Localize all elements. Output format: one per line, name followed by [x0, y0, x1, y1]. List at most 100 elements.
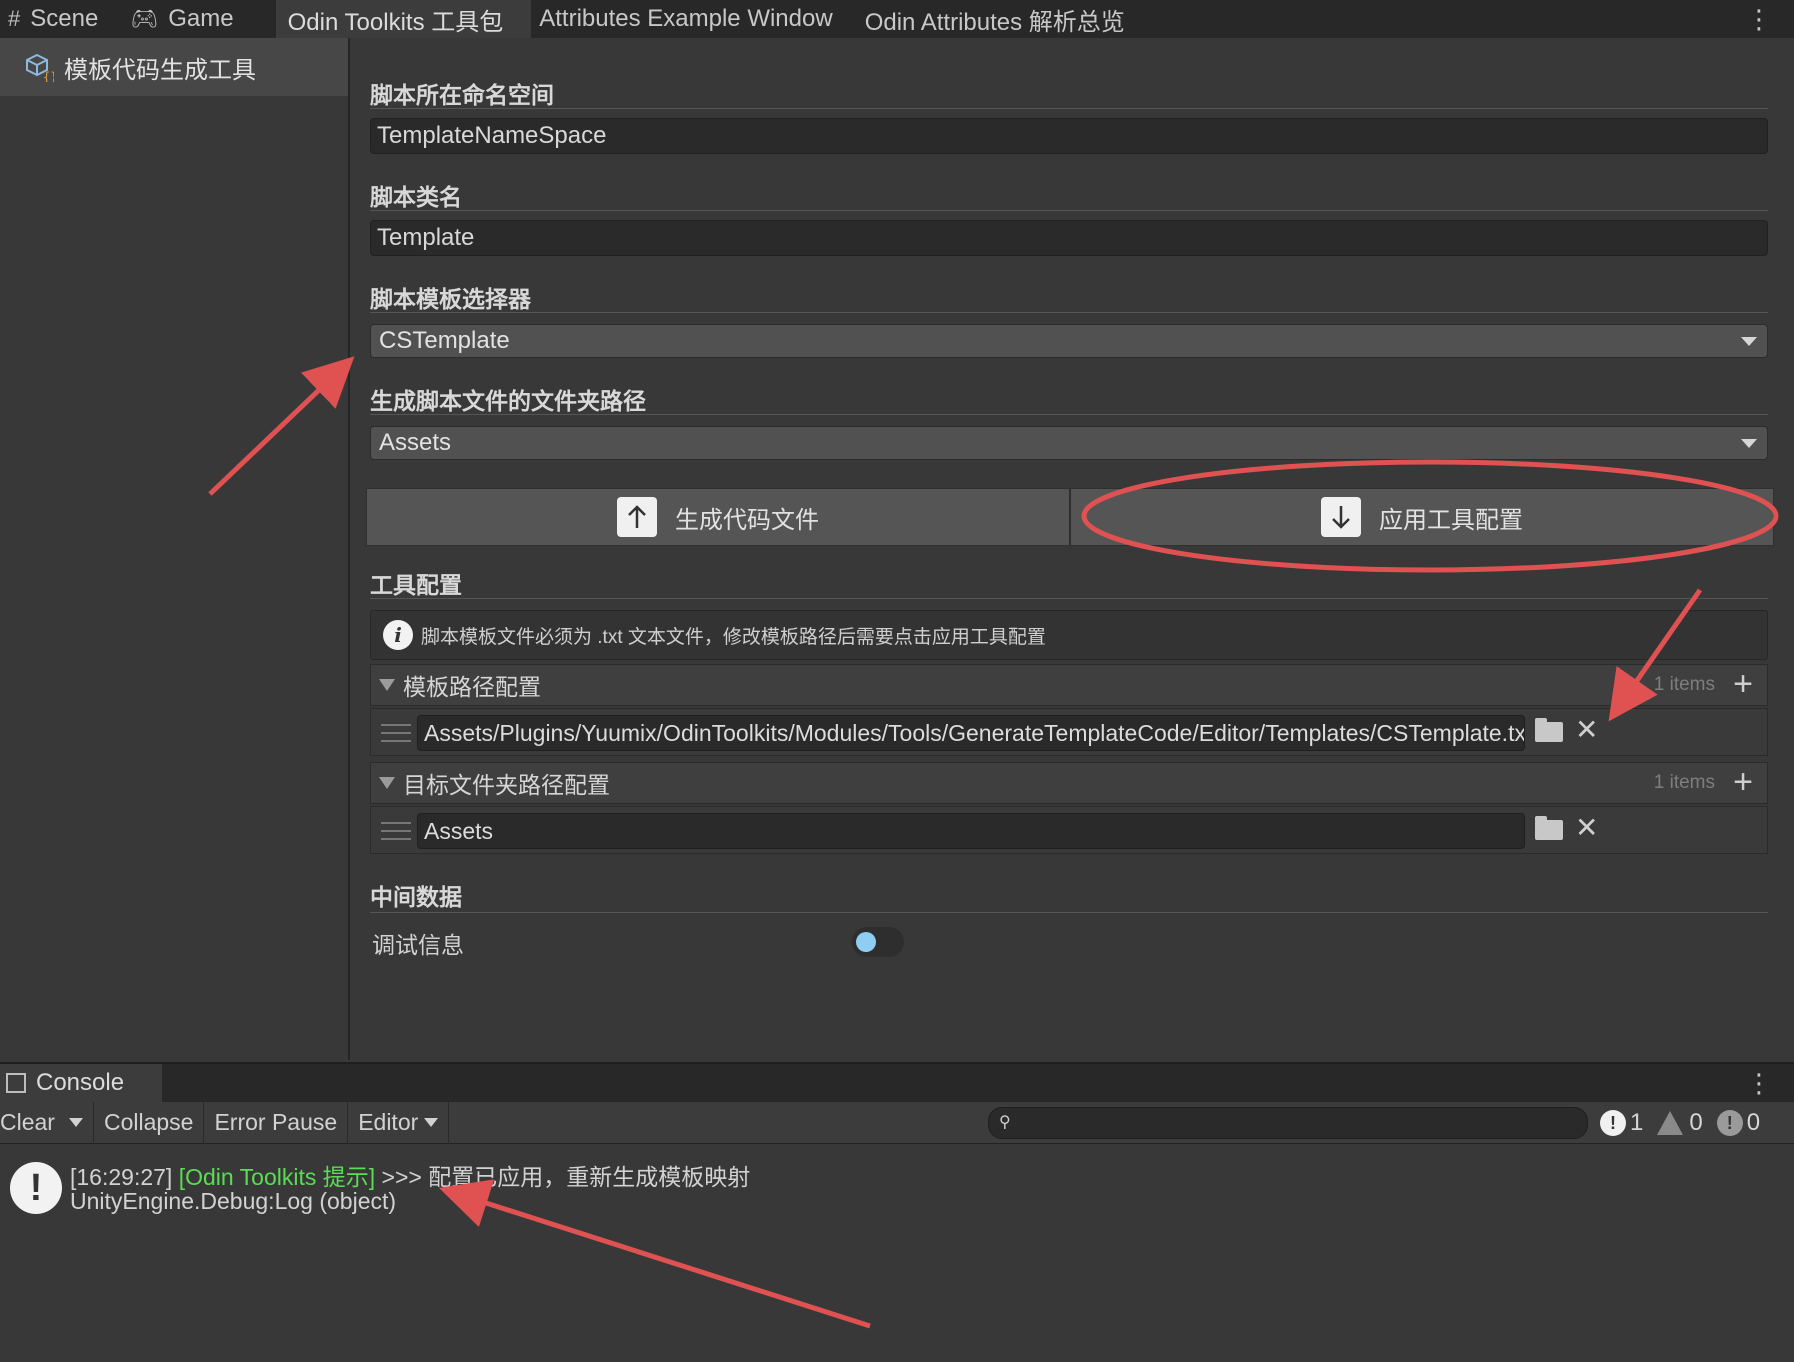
namespace-label: 脚本所在命名空间 — [370, 82, 554, 108]
foldout-triangle-icon[interactable] — [379, 777, 395, 789]
log-count: 1 — [1630, 1109, 1644, 1136]
remove-item-icon[interactable]: ✕ — [1575, 713, 1598, 746]
log-tag: [Odin Toolkits 提示] — [178, 1164, 376, 1190]
classname-input[interactable]: Template — [370, 220, 1768, 256]
drag-handle-icon[interactable] — [381, 724, 411, 742]
folder-icon[interactable] — [1535, 718, 1563, 742]
console-log-entry[interactable]: ! [16:29:27] [Odin Toolkits 提示] >>> 配置已应… — [10, 1156, 910, 1226]
log-time: [16:29:27] — [70, 1164, 173, 1190]
generate-code-button[interactable]: 生成代码文件 — [366, 488, 1070, 546]
tab-console[interactable]: Console — [0, 1064, 162, 1102]
warning-count: 0 — [1689, 1109, 1703, 1136]
gamepad-icon: 🎮︎ — [130, 6, 159, 31]
collapse-button[interactable]: Collapse — [94, 1101, 205, 1144]
item-count: 1 items — [1653, 772, 1715, 793]
error-count: 0 — [1746, 1109, 1761, 1136]
toggle-knob — [856, 932, 876, 952]
list-item: Assets/Plugins/Yuumix/OdinToolkits/Modul… — [370, 708, 1768, 756]
tab-game[interactable]: 🎮︎ Game — [122, 0, 257, 38]
chevron-down-icon — [1741, 337, 1757, 346]
template-path-input[interactable]: Assets/Plugins/Yuumix/OdinToolkits/Modul… — [417, 715, 1525, 751]
clear-button[interactable]: Clear — [0, 1101, 94, 1144]
apply-config-label: 应用工具配置 — [1379, 506, 1523, 534]
tab-label: Scene — [30, 5, 99, 32]
log-text: >>> 配置已应用，重新生成模板映射 — [381, 1164, 751, 1190]
target-path-input[interactable]: Assets — [417, 813, 1525, 849]
divider — [370, 210, 1768, 211]
output-folder-value: Assets — [379, 429, 452, 456]
target-paths-header[interactable]: 目标文件夹路径配置 1 items + — [370, 762, 1768, 804]
apply-config-button[interactable]: 应用工具配置 — [1070, 488, 1774, 546]
item-count: 1 items — [1653, 674, 1715, 695]
console-tab-bar: Console ⋮ — [0, 1064, 1794, 1102]
warning-count-toggle[interactable]: 0 — [1657, 1109, 1703, 1137]
divider — [370, 108, 1768, 109]
divider — [370, 312, 1768, 313]
output-folder-label: 生成脚本文件的文件夹路径 — [370, 388, 646, 414]
console-panel: Console ⋮ Clear Collapse Error Pause Edi… — [0, 1062, 1794, 1362]
grid-icon: # — [8, 6, 21, 31]
template-selector-value: CSTemplate — [379, 327, 510, 354]
info-message-icon: ! — [10, 1162, 62, 1214]
tab-label: Odin Toolkits 工具包 — [287, 8, 504, 36]
log-message: [16:29:27] [Odin Toolkits 提示] >>> 配置已应用，… — [70, 1158, 750, 1192]
sidebar-item-template-code-generator[interactable]: {} 模板代码生成工具 — [0, 38, 348, 96]
debug-info-label: 调试信息 — [372, 932, 464, 958]
chevron-down-icon — [1741, 439, 1757, 448]
clear-label: Clear — [0, 1109, 55, 1135]
editor-tab-bar: # Scene 🎮︎ Game Odin Toolkits 工具包 Attrib… — [0, 0, 1794, 38]
divider — [370, 912, 1768, 913]
tab-odin-attributes-overview[interactable]: Odin Attributes 解析总览 — [857, 0, 1149, 38]
more-menu-icon[interactable]: ⋮ — [1746, 4, 1772, 35]
output-folder-dropdown[interactable]: Assets — [370, 426, 1768, 460]
remove-item-icon[interactable]: ✕ — [1575, 811, 1598, 844]
tab-label: Game — [168, 5, 234, 32]
more-menu-icon[interactable]: ⋮ — [1746, 1068, 1772, 1099]
info-message-icon: ! — [1600, 1110, 1626, 1136]
sidebar: {} 模板代码生成工具 — [0, 38, 350, 1060]
tab-scene[interactable]: # Scene — [0, 0, 122, 38]
warning-icon — [1657, 1111, 1684, 1135]
log-stacktrace: UnityEngine.Debug:Log (object) — [70, 1188, 397, 1214]
divider — [370, 598, 1768, 599]
namespace-input[interactable]: TemplateNameSpace — [370, 118, 1768, 154]
foldout-triangle-icon[interactable] — [379, 679, 395, 691]
template-selector-dropdown[interactable]: CSTemplate — [370, 324, 1768, 358]
main-panel: 脚本所在命名空间 TemplateNameSpace 脚本类名 Template… — [352, 38, 1794, 1060]
generate-code-label: 生成代码文件 — [675, 506, 819, 534]
arrow-down-icon — [1321, 497, 1361, 537]
drag-handle-icon[interactable] — [381, 822, 411, 840]
add-item-icon[interactable]: + — [1725, 667, 1761, 703]
console-toolbar: Clear Collapse Error Pause Editor ⚲ ! 1 … — [0, 1101, 1794, 1144]
editor-dropdown[interactable]: Editor — [348, 1101, 450, 1144]
target-paths-label: 目标文件夹路径配置 — [403, 772, 610, 798]
log-counters: ! 1 0 ! 0 — [1600, 1102, 1774, 1144]
editor-label: Editor — [358, 1109, 419, 1135]
console-search-input[interactable]: ⚲ — [988, 1107, 1588, 1139]
error-count-toggle[interactable]: ! 0 — [1716, 1109, 1761, 1137]
info-text: 脚本模板文件必须为 .txt 文本文件，修改模板路径后需要点击应用工具配置 — [421, 626, 1046, 648]
list-item: Assets ✕ — [370, 806, 1768, 854]
tab-label: Attributes Example Window — [539, 5, 833, 32]
error-pause-button[interactable]: Error Pause — [204, 1101, 349, 1144]
tab-label: Odin Attributes 解析总览 — [864, 8, 1125, 36]
info-box: i 脚本模板文件必须为 .txt 文本文件，修改模板路径后需要点击应用工具配置 — [370, 610, 1768, 660]
template-paths-header[interactable]: 模板路径配置 1 items + — [370, 664, 1768, 706]
tool-config-title: 工具配置 — [370, 572, 462, 598]
action-button-row: 生成代码文件 应用工具配置 — [366, 488, 1774, 546]
sidebar-item-label: 模板代码生成工具 — [64, 56, 256, 84]
search-icon: ⚲ — [999, 1114, 1011, 1131]
folder-icon[interactable] — [1535, 816, 1563, 840]
error-icon: ! — [1716, 1110, 1743, 1136]
intermediate-data-title: 中间数据 — [370, 884, 462, 910]
log-count-toggle[interactable]: ! 1 — [1600, 1109, 1643, 1137]
debug-info-toggle[interactable] — [852, 927, 904, 957]
chevron-down-icon[interactable] — [68, 1118, 83, 1127]
add-item-icon[interactable]: + — [1725, 765, 1761, 801]
template-selector-label: 脚本模板选择器 — [370, 286, 531, 312]
info-icon: i — [383, 620, 413, 650]
cube-code-icon: {} — [26, 53, 54, 82]
divider — [370, 414, 1768, 415]
tab-odin-toolkits[interactable]: Odin Toolkits 工具包 — [275, 0, 532, 38]
tab-attributes-example[interactable]: Attributes Example Window — [531, 0, 856, 38]
